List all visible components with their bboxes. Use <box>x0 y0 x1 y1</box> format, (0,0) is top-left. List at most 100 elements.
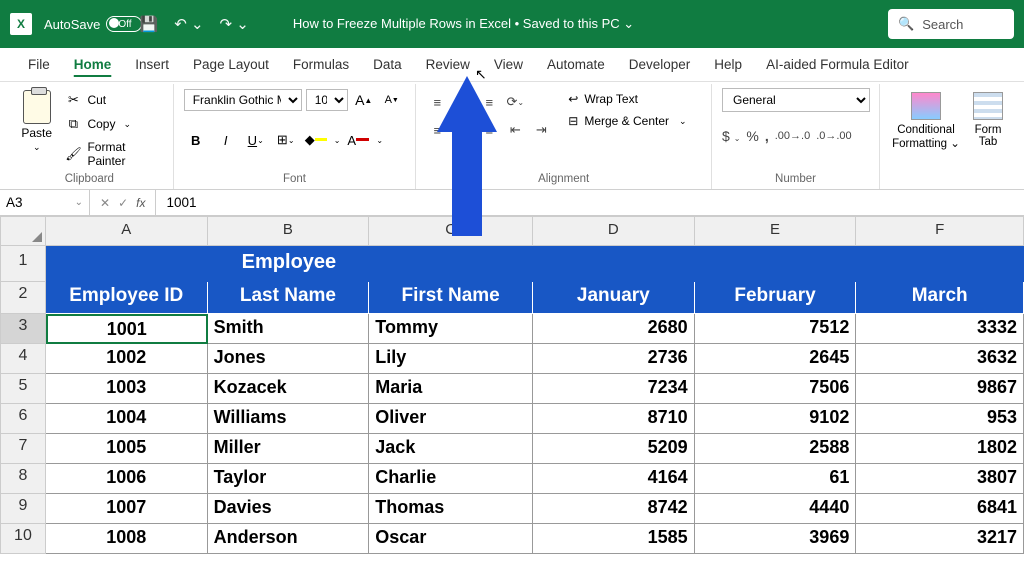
cell-header[interactable]: Employee ID <box>46 282 208 314</box>
worksheet[interactable]: ABCDEF1Employee2Employee IDLast NameFirs… <box>0 216 1024 554</box>
search-input[interactable]: 🔍 Search <box>888 9 1014 39</box>
cancel-icon[interactable]: ✕ <box>100 196 110 210</box>
row-header-6[interactable]: 6 <box>0 404 46 434</box>
cell[interactable]: Miller <box>208 434 370 464</box>
cell-header[interactable]: March <box>856 282 1024 314</box>
enter-icon[interactable]: ✓ <box>118 196 128 210</box>
cell[interactable]: 4440 <box>695 494 857 524</box>
orientation-button[interactable]: ⟳⌄ <box>504 92 526 112</box>
cell[interactable]: 1008 <box>46 524 208 554</box>
cell[interactable]: Oliver <box>369 404 533 434</box>
indent-inc-button[interactable]: ⇥ <box>530 120 552 140</box>
cell[interactable]: Kozacek <box>208 374 370 404</box>
doc-title[interactable]: How to Freeze Multiple Rows in Excel • S… <box>293 16 634 32</box>
font-color-button[interactable]: A <box>346 128 370 152</box>
tab-review[interactable]: Review <box>414 51 482 78</box>
cell[interactable]: 8710 <box>533 404 695 434</box>
row-header-1[interactable]: 1 <box>0 246 46 282</box>
cell-title[interactable]: Employee <box>46 246 533 282</box>
merge-center-button[interactable]: ⊟Merge & Center⌄ <box>568 114 686 128</box>
number-format-select[interactable]: General <box>722 88 870 112</box>
cell[interactable]: 9102 <box>695 404 857 434</box>
align-middle-button[interactable]: ≡ <box>452 92 474 112</box>
cell[interactable]: 1005 <box>46 434 208 464</box>
row-header-2[interactable]: 2 <box>0 282 46 314</box>
paste-button[interactable]: Paste ⌄ <box>16 88 57 153</box>
cell[interactable]: 3332 <box>856 314 1024 344</box>
cell[interactable]: Smith <box>208 314 370 344</box>
cell[interactable]: Thomas <box>369 494 533 524</box>
comma-button[interactable]: , <box>765 128 769 144</box>
cell[interactable]: 2680 <box>533 314 695 344</box>
cell[interactable]: 1004 <box>46 404 208 434</box>
tab-formulas[interactable]: Formulas <box>281 51 361 78</box>
cell[interactable]: 3807 <box>856 464 1024 494</box>
undo-icon[interactable]: ↶ ⌄ <box>174 15 203 33</box>
align-bottom-button[interactable]: ≡ <box>478 92 500 112</box>
font-name-select[interactable]: Franklin Gothic Me <box>184 89 302 111</box>
fill-color-button[interactable]: ◆ <box>304 128 328 152</box>
cell[interactable]: 1006 <box>46 464 208 494</box>
row-header-5[interactable]: 5 <box>0 374 46 404</box>
grow-font-button[interactable]: A▲ <box>352 88 376 112</box>
cell[interactable]: Anderson <box>208 524 370 554</box>
cell[interactable]: 9867 <box>856 374 1024 404</box>
cell[interactable]: Jack <box>369 434 533 464</box>
format-painter-button[interactable]: 🖌Format Painter <box>63 138 162 170</box>
align-top-button[interactable]: ≡ <box>426 92 448 112</box>
dec-decimal-button[interactable]: .0→.00 <box>816 130 851 142</box>
cell[interactable] <box>695 246 857 282</box>
col-header-A[interactable]: A <box>46 216 208 246</box>
cell[interactable]: Williams <box>208 404 370 434</box>
row-header-8[interactable]: 8 <box>0 464 46 494</box>
cell[interactable]: 3969 <box>695 524 857 554</box>
tab-file[interactable]: File <box>16 51 62 78</box>
cell[interactable]: 8742 <box>533 494 695 524</box>
cell[interactable] <box>533 246 695 282</box>
cell[interactable]: 4164 <box>533 464 695 494</box>
cell[interactable]: 3632 <box>856 344 1024 374</box>
cell[interactable]: 1007 <box>46 494 208 524</box>
cell-header[interactable]: January <box>533 282 695 314</box>
tab-insert[interactable]: Insert <box>123 51 181 78</box>
align-right-button[interactable]: ≡ <box>478 120 500 140</box>
cell[interactable]: Lily <box>369 344 533 374</box>
cell[interactable]: 1002 <box>46 344 208 374</box>
cell[interactable]: Maria <box>369 374 533 404</box>
col-header-E[interactable]: E <box>695 216 857 246</box>
cell[interactable]: 7506 <box>695 374 857 404</box>
format-table-button[interactable]: Form Tab <box>968 88 1008 148</box>
tab-page-layout[interactable]: Page Layout <box>181 51 281 78</box>
align-center-button[interactable]: ≡ <box>452 120 474 140</box>
indent-dec-button[interactable]: ⇤ <box>504 120 526 140</box>
cell[interactable]: 1003 <box>46 374 208 404</box>
cell[interactable]: 1001 <box>46 314 208 344</box>
cell[interactable]: 2588 <box>695 434 857 464</box>
row-header-9[interactable]: 9 <box>0 494 46 524</box>
cell-header[interactable]: First Name <box>369 282 533 314</box>
row-header-10[interactable]: 10 <box>0 524 46 554</box>
redo-icon[interactable]: ↷ ⌄ <box>220 15 249 33</box>
name-box[interactable]: A3 ⌄ <box>0 190 90 215</box>
tab-ai-aided-formula-editor[interactable]: AI-aided Formula Editor <box>754 51 921 78</box>
col-header-B[interactable]: B <box>208 216 370 246</box>
cell[interactable]: 1802 <box>856 434 1024 464</box>
tab-data[interactable]: Data <box>361 51 414 78</box>
cell[interactable]: 5209 <box>533 434 695 464</box>
select-all-corner[interactable] <box>0 216 46 246</box>
col-header-F[interactable]: F <box>856 216 1024 246</box>
cell[interactable]: 953 <box>856 404 1024 434</box>
cell[interactable]: 61 <box>695 464 857 494</box>
currency-button[interactable]: $ ⌄ <box>722 128 740 144</box>
cell-header[interactable]: Last Name <box>208 282 370 314</box>
row-header-7[interactable]: 7 <box>0 434 46 464</box>
cut-button[interactable]: ✂Cut <box>63 90 162 110</box>
conditional-formatting-button[interactable]: Conditional Formatting ⌄ <box>890 88 962 150</box>
save-icon[interactable]: 💾 <box>140 15 159 33</box>
tab-home[interactable]: Home <box>62 51 124 78</box>
cell[interactable]: 2736 <box>533 344 695 374</box>
cell[interactable]: 7512 <box>695 314 857 344</box>
align-left-button[interactable]: ≡ <box>426 120 448 140</box>
cell[interactable]: Jones <box>208 344 370 374</box>
autosave-toggle[interactable]: AutoSave Off <box>44 16 132 32</box>
